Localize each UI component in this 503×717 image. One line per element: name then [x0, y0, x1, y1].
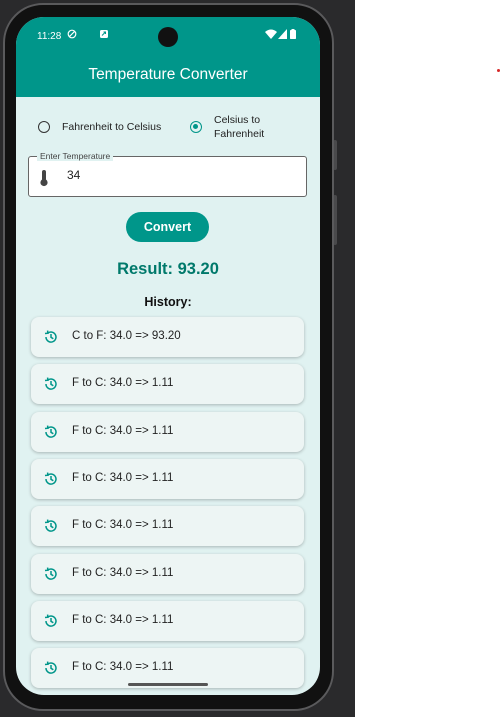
history-item-text: F to C: 34.0 => 1.11	[72, 471, 174, 484]
temperature-input-label: Enter Temperature	[37, 151, 114, 161]
convert-button[interactable]: Convert	[126, 212, 209, 242]
red-dot	[497, 69, 500, 72]
front-camera	[158, 27, 178, 47]
history-item-text: F to C: 34.0 => 1.11	[72, 519, 174, 532]
radio-label: Fahrenheit to Celsius	[62, 121, 162, 133]
radio-button-checked[interactable]	[190, 121, 202, 133]
history-item-text: C to F: 34.0 => 93.20	[72, 330, 181, 342]
history-item-text: F to C: 34.0 => 1.11	[72, 566, 174, 579]
temperature-input[interactable]	[67, 168, 267, 182]
history-icon	[44, 472, 57, 485]
history-icon	[44, 330, 57, 343]
history-icon	[44, 377, 57, 391]
history-icon	[44, 567, 57, 580]
history-item-text: F to C: 34.0 => 1.11	[72, 424, 174, 437]
history-item-text: F to C: 34.0 => 1.11	[72, 661, 174, 674]
history-item[interactable]: F to C: 34.0 => 1.11	[31, 411, 304, 452]
signal-icon	[278, 29, 287, 39]
history-item[interactable]: F to C: 34.0 => 1.11	[31, 553, 304, 594]
history-icon	[44, 661, 57, 674]
notification-icon	[100, 30, 108, 38]
history-item[interactable]: F to C: 34.0 => 1.11	[31, 506, 304, 547]
battery-icon	[290, 29, 296, 39]
do-not-disturb-icon	[67, 29, 77, 39]
history-item-text: F to C: 34.0 => 1.11	[72, 613, 174, 626]
wifi-icon	[265, 29, 277, 39]
history-icon	[44, 425, 57, 438]
temperature-input-field[interactable]: Enter Temperature	[28, 151, 307, 197]
thermometer-icon	[40, 170, 48, 187]
status-bar: 11:28	[16, 17, 320, 55]
history-item[interactable]: F to C: 34.0 => 1.11	[31, 458, 304, 499]
history-item[interactable]: C to F: 34.0 => 93.20	[31, 317, 304, 357]
app-bar-title: Temperature Converter	[16, 55, 320, 97]
history-icon	[44, 519, 57, 532]
history-title: History:	[144, 295, 192, 309]
history-item-text: F to C: 34.0 => 1.11	[72, 377, 174, 390]
history-item[interactable]: F to C: 34.0 => 1.11	[31, 364, 304, 405]
history-icon	[44, 614, 57, 627]
gesture-nav-handle[interactable]	[128, 683, 208, 686]
radio-label: Celsius to Fahrenheit	[214, 114, 265, 140]
status-time: 11:28	[37, 31, 62, 42]
history-item[interactable]: F to C: 34.0 => 1.11	[31, 600, 304, 641]
app-screen: 11:28 Temperature Converter Fahrenheit t…	[16, 17, 320, 695]
radio-button-unchecked[interactable]	[38, 121, 50, 133]
radio-celsius-to-fahrenheit[interactable]: Celsius to Fahrenheit	[190, 113, 276, 141]
result-text: Result: 93.20	[117, 260, 219, 278]
radio-fahrenheit-to-celsius[interactable]: Fahrenheit to Celsius	[38, 120, 161, 134]
